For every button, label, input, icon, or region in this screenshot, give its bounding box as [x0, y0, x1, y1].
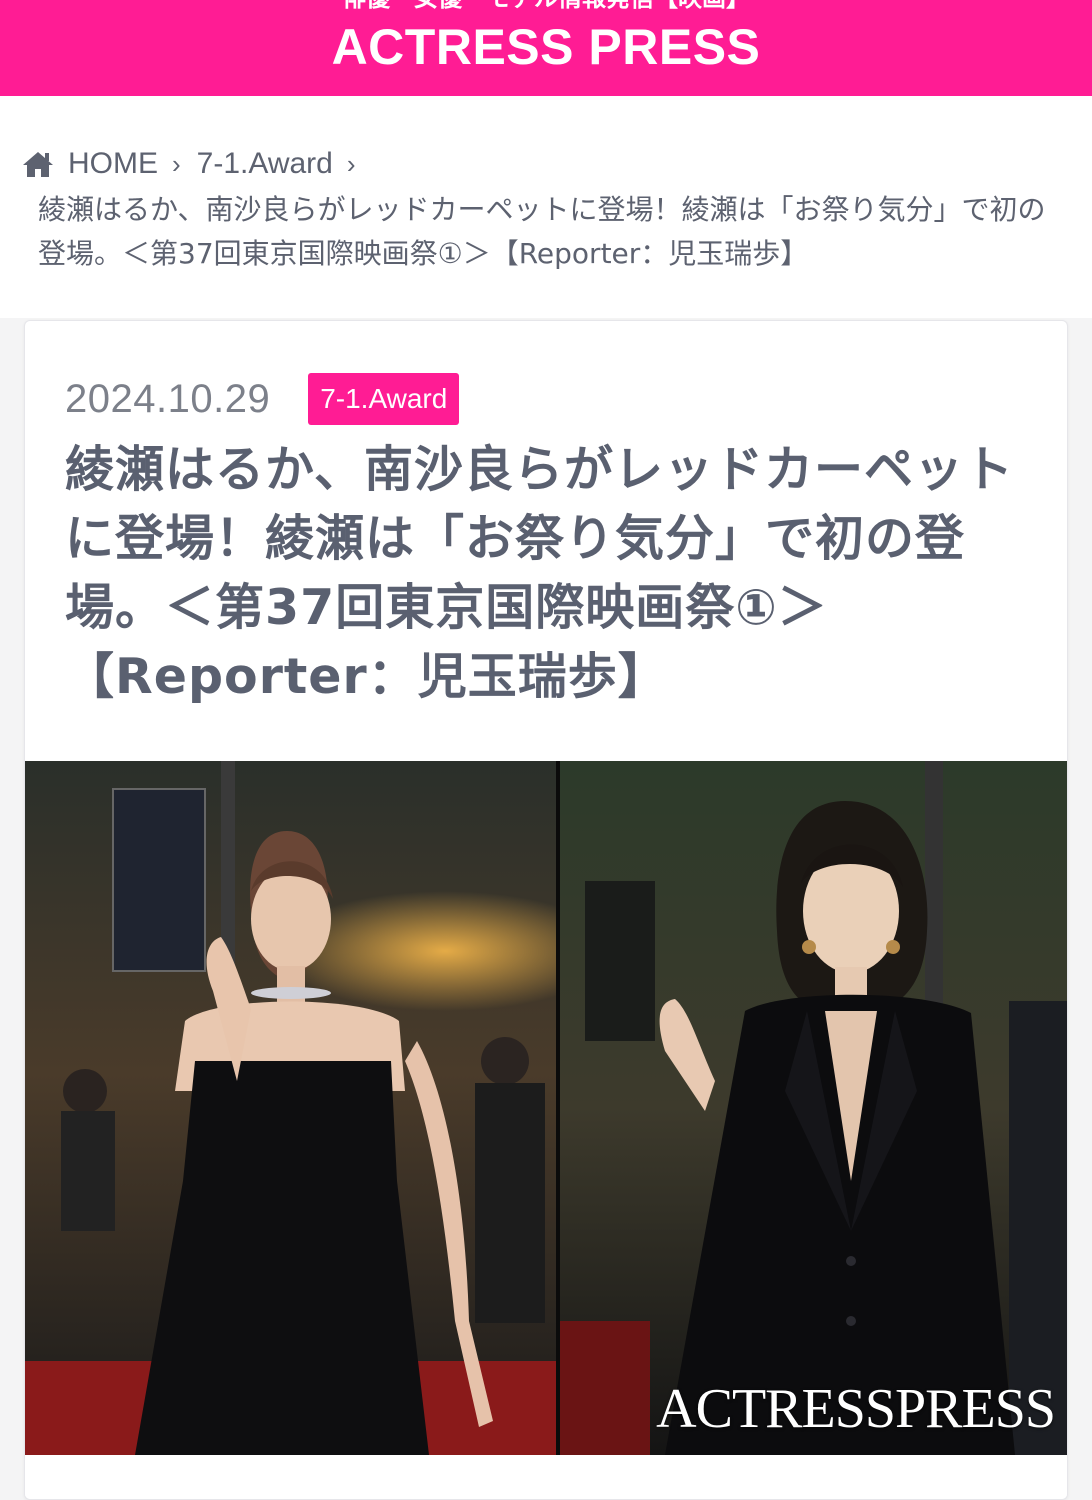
breadcrumb-trail: HOME › 7-1.Award ›	[22, 144, 372, 184]
breadcrumb-current-page: 綾瀬はるか、南沙良らがレッドカーペットに登場！綾瀬は「お祭り気分」で初の登場。＜…	[38, 193, 1046, 270]
site-tagline: 俳優・女優・モデル情報発信【映画】	[0, 0, 1092, 13]
hero-photo-illustration	[25, 761, 1067, 1455]
article-body-start	[25, 1455, 1067, 1499]
chevron-right-icon: ›	[172, 148, 181, 179]
article-hero-image[interactable]: ACTRESSPRESS	[25, 761, 1067, 1455]
article-title: 綾瀬はるか、南沙良らがレッドカーペットに登場！綾瀬は「お祭り気分」で初の登場。＜…	[65, 441, 1015, 705]
category-badge[interactable]: 7-1.Award	[308, 373, 460, 425]
breadcrumb-category-link[interactable]: 7-1.Award	[197, 147, 333, 181]
breadcrumb: HOME › 7-1.Award › 綾瀬はるか、南沙良らがレッドカーペットに登…	[0, 96, 1092, 318]
site-header: 俳優・女優・モデル情報発信【映画】 ACTRESS PRESS	[0, 0, 1092, 96]
article-meta: 2024.10.29 7-1.Award	[65, 371, 460, 427]
post-date: 2024.10.29	[65, 376, 271, 421]
chevron-right-icon: ›	[346, 148, 356, 179]
breadcrumb-home-link[interactable]: HOME	[68, 147, 158, 181]
site-title-link[interactable]: ACTRESS PRESS	[0, 18, 1092, 76]
home-icon[interactable]	[22, 150, 54, 178]
image-watermark: ACTRESSPRESS	[656, 1378, 1056, 1440]
article-card: 2024.10.29 7-1.Award 綾瀬はるか、南沙良らがレッドカーペット…	[24, 320, 1068, 1500]
